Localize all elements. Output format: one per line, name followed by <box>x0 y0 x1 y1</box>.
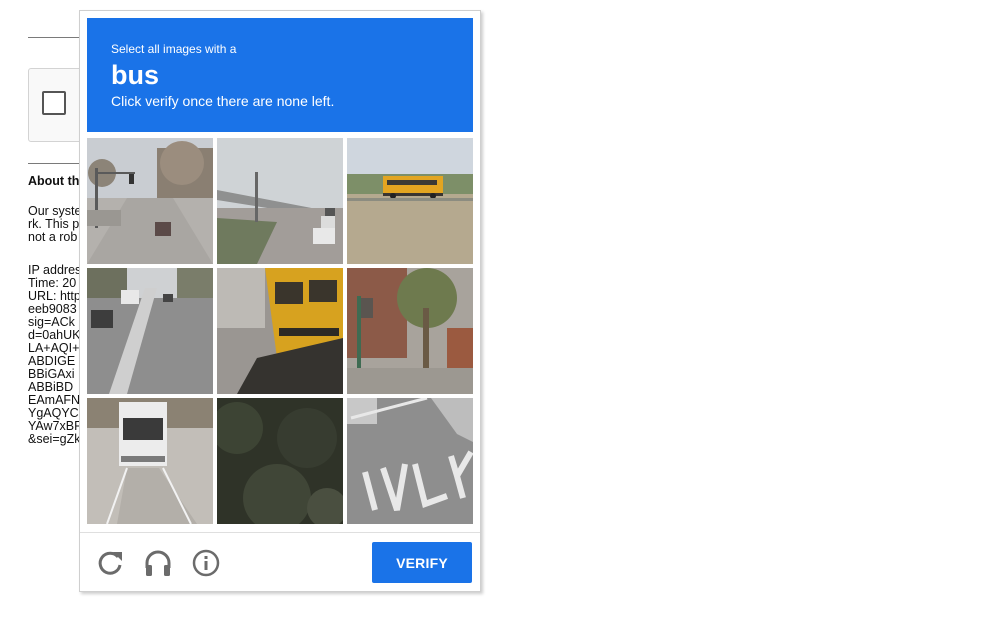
image-tile[interactable] <box>87 138 213 264</box>
info-icon <box>192 549 220 577</box>
image-tile[interactable] <box>87 268 213 394</box>
image-tile[interactable] <box>347 138 473 264</box>
image-tile[interactable] <box>87 398 213 524</box>
image-tile[interactable] <box>347 268 473 394</box>
image-tile[interactable] <box>217 138 343 264</box>
target-object: bus <box>111 60 160 90</box>
image-grid <box>87 138 473 524</box>
captcha-challenge: Select all images with a bus Click verif… <box>79 10 481 592</box>
footer-divider <box>80 532 480 533</box>
street-scene-image <box>87 138 213 264</box>
audio-challenge-button[interactable] <box>141 546 175 580</box>
image-tile[interactable] <box>347 398 473 524</box>
headphones-icon <box>145 550 171 576</box>
reload-icon <box>98 551 122 575</box>
verify-button[interactable]: VERIFY <box>372 542 472 583</box>
instruction-banner: Select all images with a bus Click verif… <box>87 18 473 132</box>
image-tile[interactable] <box>217 268 343 394</box>
instruction-subtext: Click verify once there are none left. <box>111 93 335 109</box>
page: About th Our syste rk. This p not a rob … <box>0 0 1008 621</box>
instruction-text: Select all images with a <box>111 42 237 56</box>
about-heading: About th <box>28 174 80 188</box>
paragraph-line: not a rob <box>28 230 78 244</box>
reload-button[interactable] <box>93 546 127 580</box>
image-tile[interactable] <box>217 398 343 524</box>
recaptcha-checkbox[interactable] <box>42 91 66 115</box>
detail-line: &sei=gZk <box>28 432 81 446</box>
help-button[interactable] <box>189 546 223 580</box>
